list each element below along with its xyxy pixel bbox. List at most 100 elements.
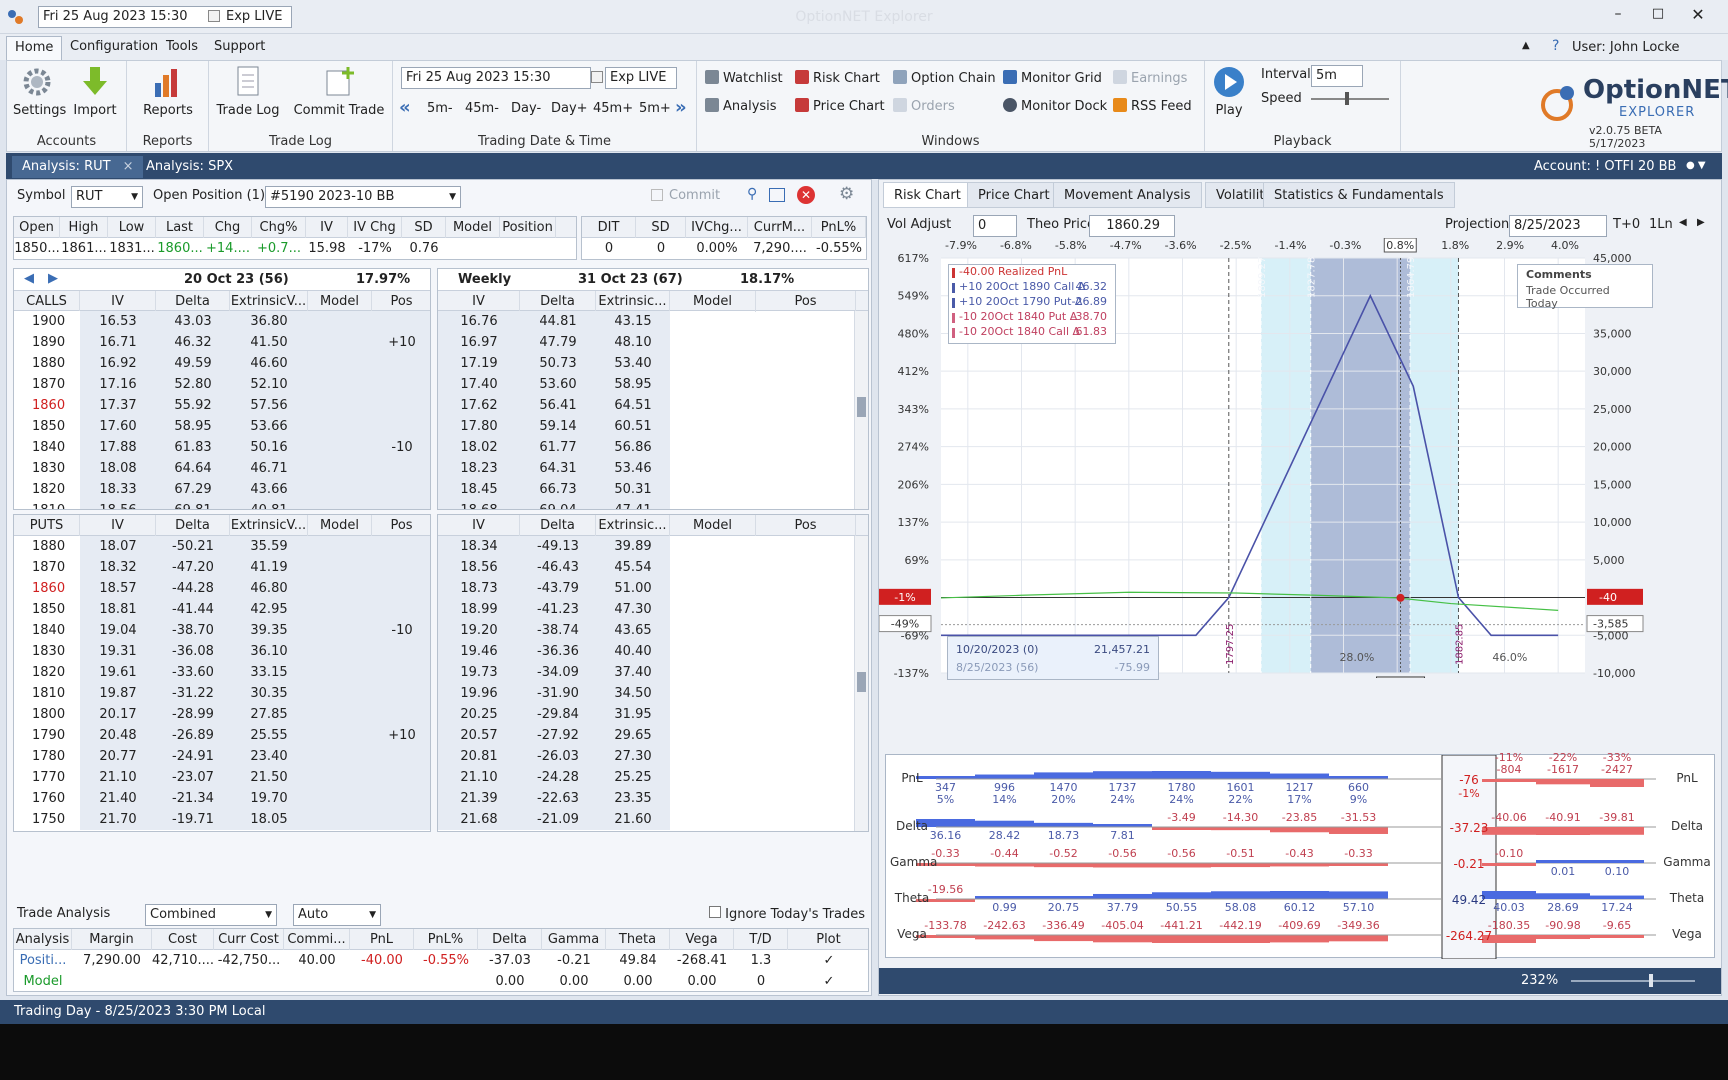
speed-slider-thumb[interactable] <box>1345 92 1349 105</box>
ribbon-tab-tools[interactable]: Tools <box>158 36 206 60</box>
chain-row[interactable]: 17.80 59.14 60.51 <box>438 416 854 437</box>
column-header[interactable]: Delta <box>520 291 596 312</box>
chain-row[interactable]: 18.34 -49.13 39.89 <box>438 536 854 557</box>
chain-row[interactable]: 19.20 -38.74 43.65 <box>438 620 854 641</box>
chain-row[interactable]: 1860 18.57 -44.28 46.80 <box>14 578 430 599</box>
column-header[interactable]: Open <box>14 217 60 238</box>
ribbon-exp-box[interactable]: Exp LIVE <box>605 67 677 89</box>
tab-movement-analysis[interactable]: Movement Analysis <box>1053 182 1202 208</box>
column-header[interactable]: Extrinsic... <box>596 291 670 312</box>
column-header[interactable]: Delta <box>478 929 542 950</box>
next-exp-icon[interactable]: ▶ <box>48 271 58 286</box>
orders-button[interactable]: Orders <box>893 97 955 117</box>
ignore-today-checkbox[interactable]: Ignore Today's Trades <box>709 906 865 922</box>
chain-row[interactable]: 1870 18.32 -47.20 41.19 <box>14 557 430 578</box>
open-position-select[interactable]: #5190 2023-10 BB ▼ <box>265 186 461 208</box>
calls-scroll-thumb[interactable] <box>857 397 866 417</box>
step-45m-back[interactable]: 45m- <box>465 99 499 119</box>
projection-date-input[interactable]: 8/25/2023 <box>1509 215 1607 237</box>
chain-row[interactable]: 19.96 -31.90 34.50 <box>438 683 854 704</box>
risk-chart-button[interactable]: Risk Chart <box>795 69 880 89</box>
chain-row[interactable]: 1770 21.10 -23.07 21.50 <box>14 767 430 788</box>
chain-row[interactable]: 1850 18.81 -41.44 42.95 <box>14 599 430 620</box>
chain-row[interactable]: 1900 16.53 43.03 36.80 <box>14 311 430 332</box>
rss-feed-button[interactable]: RSS Feed <box>1113 97 1192 117</box>
account-label[interactable]: Account: ! OTFI 20 BB <box>1524 156 1686 178</box>
chain-row[interactable]: 19.73 -34.09 37.40 <box>438 662 854 683</box>
analysis-button[interactable]: Analysis <box>705 97 777 117</box>
ribbon-tab-configuration[interactable]: Configuration <box>62 36 166 60</box>
chain-row[interactable]: 1820 18.33 67.29 43.66 <box>14 479 430 500</box>
column-header[interactable]: Theta <box>606 929 670 950</box>
chain-row[interactable]: 18.02 61.77 56.86 <box>438 437 854 458</box>
ribbon-tab-support[interactable]: Support <box>206 36 273 60</box>
step-forward-icon[interactable]: » <box>675 97 687 118</box>
column-header[interactable]: IV <box>438 515 520 536</box>
ribbon-calendar-icon[interactable] <box>591 71 603 83</box>
column-header[interactable]: Gamma <box>542 929 606 950</box>
column-header[interactable]: Cost <box>152 929 214 950</box>
column-header[interactable]: CALLS <box>14 291 80 312</box>
column-header[interactable]: IV Chg <box>348 217 402 238</box>
column-header[interactable]: Chg <box>204 217 252 238</box>
column-header[interactable]: Model <box>308 515 372 536</box>
chain-row[interactable]: 1760 21.40 -21.34 19.70 <box>14 788 430 809</box>
analysis-row-model[interactable]: Model 0.00 0.00 0.00 0.00 0 ✓ <box>14 971 868 991</box>
tab-analysis-spx[interactable]: Analysis: SPX <box>136 156 243 178</box>
column-header[interactable]: PnL% <box>812 217 866 238</box>
chain-row[interactable]: 1810 19.87 -31.22 30.35 <box>14 683 430 704</box>
column-header[interactable]: Plot <box>788 929 868 950</box>
column-header[interactable]: ExtrinsicV... <box>230 515 308 536</box>
theo-price-input[interactable]: 1860.29 <box>1089 215 1175 237</box>
column-header[interactable]: High <box>60 217 108 238</box>
chain-row[interactable]: 20.81 -26.03 27.30 <box>438 746 854 767</box>
column-header[interactable]: Last <box>156 217 204 238</box>
column-header[interactable]: Pos <box>756 515 856 536</box>
projection-next-icon[interactable]: ▶ <box>1697 217 1705 228</box>
vol-adjust-input[interactable]: 0 <box>973 215 1017 237</box>
column-header[interactable]: Pos <box>372 515 430 536</box>
column-header[interactable]: Chg% <box>252 217 306 238</box>
chain-row[interactable]: 19.46 -36.36 40.40 <box>438 641 854 662</box>
column-header[interactable]: PUTS <box>14 515 80 536</box>
remove-icon[interactable]: ✕ <box>797 186 815 204</box>
tab-analysis-rut[interactable]: Analysis: RUT × <box>12 156 144 178</box>
chain-row[interactable]: 21.39 -22.63 23.35 <box>438 788 854 809</box>
column-header[interactable]: Delta <box>156 291 230 312</box>
chain-row[interactable]: 18.99 -41.23 47.30 <box>438 599 854 620</box>
account-dropdown-icon[interactable]: ● ▼ <box>1686 160 1706 171</box>
chain-row[interactable]: 20.25 -29.84 31.95 <box>438 704 854 725</box>
column-header[interactable]: IV <box>306 217 348 238</box>
chain-row[interactable]: 1840 17.88 61.83 50.16 -10 <box>14 437 430 458</box>
chain-row[interactable]: 1840 19.04 -38.70 39.35 -10 <box>14 620 430 641</box>
column-header[interactable]: T/D <box>734 929 788 950</box>
chain-row[interactable]: 17.62 56.41 64.51 <box>438 395 854 416</box>
column-header[interactable]: Position <box>500 217 556 238</box>
step-day-back[interactable]: Day- <box>511 99 541 119</box>
chain-row[interactable]: 1750 21.70 -19.71 18.05 <box>14 809 430 830</box>
chain-row[interactable]: 18.73 -43.79 51.00 <box>438 578 854 599</box>
column-header[interactable]: Extrinsic... <box>596 515 670 536</box>
puts-scrollbar[interactable] <box>854 536 868 831</box>
puts-scroll-thumb[interactable] <box>857 672 866 692</box>
chain-row[interactable]: 1830 18.08 64.64 46.71 <box>14 458 430 479</box>
price-chart-button[interactable]: Price Chart <box>795 97 885 117</box>
column-header[interactable]: PnL <box>350 929 414 950</box>
chain-row[interactable]: 17.40 53.60 58.95 <box>438 374 854 395</box>
trade-analysis-auto-select[interactable]: Auto ▼ <box>293 904 381 926</box>
chain-row[interactable]: 21.68 -21.09 21.60 <box>438 809 854 830</box>
chain-row[interactable]: 1780 20.77 -24.91 23.40 <box>14 746 430 767</box>
chain-row[interactable]: 18.23 64.31 53.46 <box>438 458 854 479</box>
chain-row[interactable]: 1830 19.31 -36.08 36.10 <box>14 641 430 662</box>
tab-price-chart[interactable]: Price Chart <box>967 182 1061 208</box>
chain-row[interactable]: 1790 20.48 -26.89 25.55 +10 <box>14 725 430 746</box>
speed-slider[interactable] <box>1311 98 1389 100</box>
monitor-dock-button[interactable]: Monitor Dock <box>1003 97 1107 117</box>
column-header[interactable]: Commi... <box>284 929 350 950</box>
chain-row[interactable]: 1850 17.60 58.95 53.66 <box>14 416 430 437</box>
zoom-slider-thumb[interactable] <box>1649 974 1653 987</box>
chain-row[interactable]: 16.76 44.81 43.15 <box>438 311 854 332</box>
ribbon-date-input[interactable]: Fri 25 Aug 2023 15:30 <box>401 67 591 89</box>
trade-analysis-mode-select[interactable]: Combined ▼ <box>145 904 277 926</box>
tab-statistics[interactable]: Statistics & Fundamentals <box>1263 182 1455 208</box>
